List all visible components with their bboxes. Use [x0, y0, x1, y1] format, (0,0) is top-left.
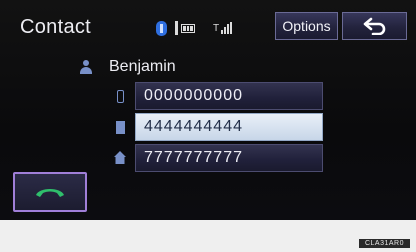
phone-number-button[interactable]: 0000000000 — [135, 82, 323, 110]
work-phone-icon — [114, 119, 126, 135]
contact-name-row: Benjamin — [80, 58, 176, 76]
phone-number-button-selected[interactable]: 4444444444 — [135, 113, 323, 141]
number-row-home[interactable]: 7777777777 — [114, 144, 323, 172]
signal-prefix: T — [213, 23, 220, 34]
number-row-work[interactable]: 4444444444 — [114, 113, 323, 141]
phone-contact-screen: Contact T Options Benjamin 0000000000 44… — [0, 0, 416, 220]
call-button[interactable] — [13, 172, 87, 212]
contact-name: Benjamin — [109, 58, 176, 75]
home-phone-icon — [114, 150, 126, 166]
mobile-phone-icon — [114, 88, 126, 104]
back-button[interactable] — [342, 12, 407, 40]
phone-battery-icon — [175, 21, 195, 35]
screen-title: Contact — [20, 16, 92, 38]
call-handset-icon — [36, 189, 64, 197]
back-arrow-icon — [363, 17, 385, 35]
options-button[interactable]: Options — [275, 12, 338, 40]
signal-strength-icon: T — [213, 22, 233, 34]
number-row-mobile[interactable]: 0000000000 — [114, 82, 323, 110]
status-bar: T — [156, 14, 233, 42]
image-code-label: CLA31AR0 — [358, 239, 410, 248]
bluetooth-icon — [156, 20, 167, 36]
phone-number-button[interactable]: 7777777777 — [135, 144, 323, 172]
person-icon — [80, 60, 92, 74]
